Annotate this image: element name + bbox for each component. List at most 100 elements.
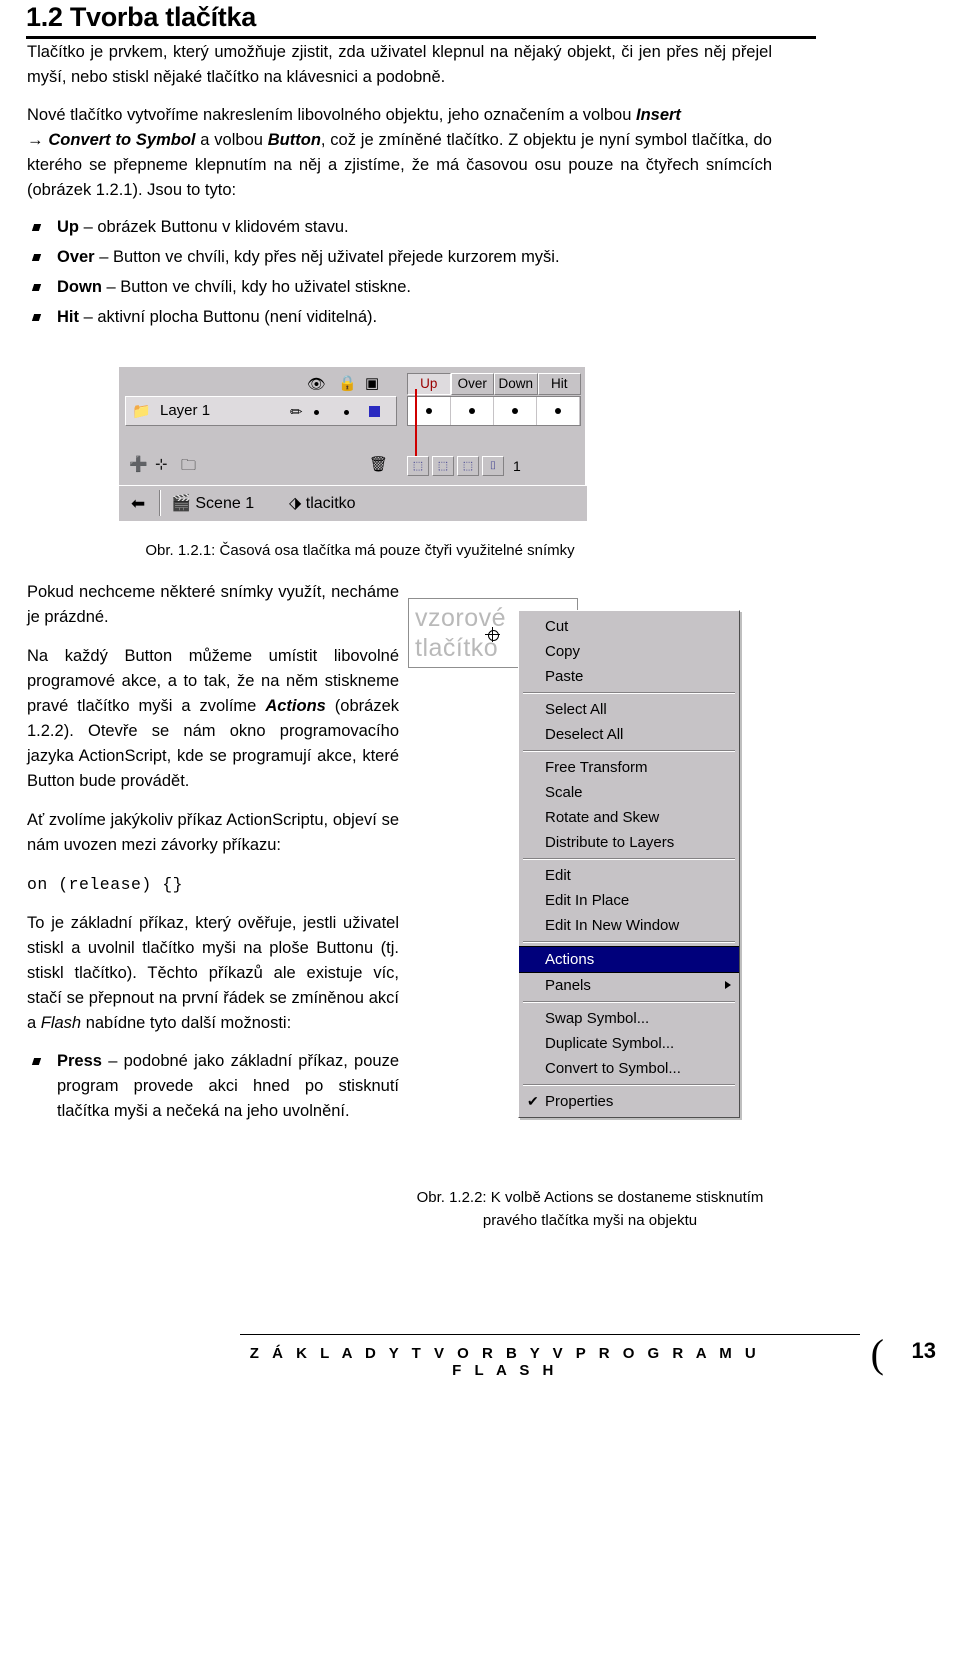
paragraph-actionscript: Ať zvolíme jakýkoliv příkaz ActionScript… — [27, 811, 399, 854]
figure-2-caption: Obr. 1.2.2: K volbě Actions se dostaneme… — [330, 1186, 850, 1232]
modify-onion-markers-button[interactable]: ⌷ — [482, 456, 504, 476]
state-button-over[interactable]: Over — [450, 373, 494, 395]
layer-folder-icon: 📁 — [132, 403, 151, 420]
figure-timeline: 👁 🔒 ▣ 📁 Layer 1 ✏ ➕ ⊹ 🗀 🗑 Up Over Down H… — [118, 366, 587, 522]
footer-title: Z Á K L A D Y T V O R B Y V P R O G R A … — [249, 1345, 761, 1379]
back-arrow-icon[interactable]: ⬅ — [131, 494, 145, 514]
text-run: a volbou — [195, 131, 268, 149]
keyframe-dot-icon — [426, 408, 432, 414]
term-flash: Flash — [40, 1014, 82, 1032]
insert-folder-icon[interactable]: 🗀 — [181, 455, 196, 480]
menu-item-free-transform[interactable]: Free Transform — [519, 755, 739, 780]
button-state-header: Up Over Down Hit — [407, 373, 581, 395]
page-number: 13 — [911, 1338, 936, 1363]
menu-item-duplicate-symbol[interactable]: Duplicate Symbol... — [519, 1031, 739, 1056]
insert-layer-icon[interactable]: ➕ — [129, 455, 148, 473]
keyframe-dot-icon — [512, 408, 518, 414]
add-motion-guide-icon[interactable]: ⊹ — [155, 455, 168, 473]
frame-cell[interactable] — [494, 397, 537, 425]
lock-icon[interactable]: 🔒 — [338, 374, 357, 392]
keyframe-dot-icon — [469, 408, 475, 414]
text-run: Nové tlačítko vytvoříme nakreslením libo… — [27, 106, 636, 124]
crosshair-cursor-icon — [485, 627, 500, 642]
menu-item-properties[interactable]: ✔ Properties — [519, 1089, 739, 1114]
menu-separator — [523, 858, 735, 860]
scene-label[interactable]: 🎬 Scene 1 — [171, 493, 254, 513]
state-button-up[interactable]: Up — [407, 373, 451, 395]
caption-line1: Obr. 1.2.2: K volbě Actions se dostaneme… — [416, 1189, 764, 1206]
eye-icon[interactable]: 👁 — [307, 375, 326, 393]
menu-item-select-all[interactable]: Select All — [519, 697, 739, 722]
menu-item-cut[interactable]: Cut — [519, 614, 739, 639]
menu-separator — [523, 1084, 735, 1086]
menu-item-convert-to-symbol[interactable]: Convert to Symbol... — [519, 1056, 739, 1081]
menu-item-copy[interactable]: Copy — [519, 639, 739, 664]
menu-item-edit-in-new-window[interactable]: Edit In New Window — [519, 913, 739, 938]
state-button-hit[interactable]: Hit — [537, 373, 581, 395]
menu-item-swap-symbol[interactable]: Swap Symbol... — [519, 1006, 739, 1031]
outline-color-swatch[interactable] — [369, 406, 380, 417]
context-menu[interactable]: Cut Copy Paste Select All Deselect All F… — [518, 610, 740, 1118]
delete-layer-icon[interactable]: 🗑 — [369, 455, 388, 473]
state-desc: – aktivní plocha Buttonu (není viditelná… — [79, 308, 378, 326]
symbol-label[interactable]: ⬗ tlacitko — [289, 493, 356, 513]
menu-item-paste[interactable]: Paste — [519, 664, 739, 689]
submenu-arrow-icon — [725, 981, 731, 989]
layer-name: Layer 1 — [160, 402, 211, 419]
heading-divider — [26, 36, 816, 39]
layer-row[interactable]: 📁 Layer 1 ✏ — [125, 396, 397, 426]
term-button: Button — [267, 131, 321, 149]
frame-strip[interactable] — [407, 396, 581, 426]
layer-header-row: 👁 🔒 ▣ — [125, 373, 397, 395]
state-name: Hit — [57, 308, 79, 326]
list-item: Press – podobné jako základní příkaz, po… — [27, 1049, 399, 1124]
pencil-icon[interactable]: ✏ — [290, 403, 303, 421]
visibility-dot[interactable] — [314, 410, 319, 415]
onion-skin-button[interactable]: ⬚ — [407, 456, 429, 476]
frame-cell[interactable] — [537, 397, 580, 425]
menu-item-edit[interactable]: Edit — [519, 863, 739, 888]
state-name: Down — [57, 278, 102, 296]
footer-divider — [240, 1334, 860, 1335]
state-button-down[interactable]: Down — [494, 373, 538, 395]
menu-item-scale[interactable]: Scale — [519, 780, 739, 805]
outline-square-icon[interactable]: ▣ — [365, 374, 379, 392]
lock-dot[interactable] — [344, 410, 349, 415]
menu-separator — [523, 1001, 735, 1003]
code-snippet: on (release) {} — [27, 875, 184, 894]
paragraph-empty-frames: Pokud nechceme některé snímky využít, ne… — [27, 583, 399, 626]
bullet-square-icon — [31, 1058, 42, 1065]
current-frame-number: 1 — [513, 458, 521, 474]
checkmark-icon: ✔ — [527, 1093, 539, 1109]
document-page: 1.2 Tvorba tlačítka Tlačítko je prvkem, … — [0, 0, 960, 1388]
menu-item-panels[interactable]: Panels — [519, 973, 739, 998]
menu-separator — [523, 750, 735, 752]
keyframe-dot-icon — [555, 408, 561, 414]
main-text-column: Tlačítko je prvkem, který umožňuje zjist… — [27, 40, 772, 335]
list-item: Over – Button ve chvíli, kdy přes něj už… — [27, 245, 772, 270]
term-convert-to-symbol: Convert to Symbol — [48, 131, 196, 149]
menu-item-distribute-to-layers[interactable]: Distribute to Layers — [519, 830, 739, 855]
event-list: Press – podobné jako základní příkaz, po… — [27, 1049, 399, 1124]
scene-name: Scene 1 — [195, 495, 255, 512]
frame-cell[interactable] — [451, 397, 494, 425]
menu-item-edit-in-place[interactable]: Edit In Place — [519, 888, 739, 913]
list-item: Hit – aktivní plocha Buttonu (není vidit… — [27, 305, 772, 330]
separator — [159, 490, 161, 516]
edit-multiple-frames-button[interactable]: ⬚ — [457, 456, 479, 476]
state-name: Up — [57, 218, 79, 236]
onion-skin-outlines-button[interactable]: ⬚ — [432, 456, 454, 476]
event-name: Press — [57, 1052, 102, 1070]
running-title-vertical: Vytváříme hry ve Flashi — [842, 0, 960, 1200]
paragraph-create-button: Nové tlačítko vytvoříme nakreslením libo… — [27, 103, 772, 203]
timeline-controls: ⬚ ⬚ ⬚ ⌷ 1 — [407, 453, 581, 479]
list-item: Up – obrázek Buttonu v klidovém stavu. — [27, 215, 772, 240]
menu-item-deselect-all[interactable]: Deselect All — [519, 722, 739, 747]
arrow-glyph: → — [27, 131, 49, 149]
bullet-square-icon — [31, 314, 42, 321]
playhead-line[interactable] — [415, 389, 417, 459]
state-desc: – Button ve chvíli, kdy ho uživatel stis… — [101, 278, 412, 296]
button-states-list: Up – obrázek Buttonu v klidovém stavu. O… — [27, 215, 772, 330]
menu-item-rotate-and-skew[interactable]: Rotate and Skew — [519, 805, 739, 830]
menu-item-actions[interactable]: Actions — [519, 946, 739, 973]
